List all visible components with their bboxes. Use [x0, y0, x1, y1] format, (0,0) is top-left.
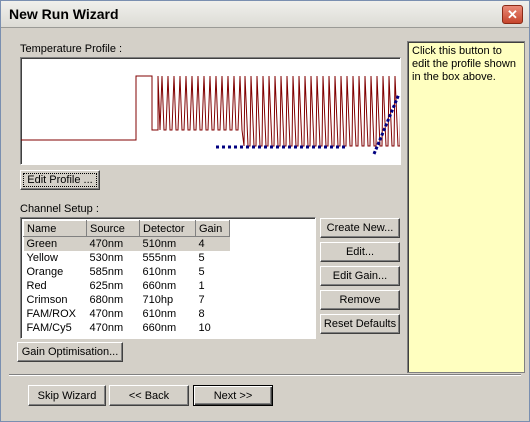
channel-row[interactable]: Crimson 680nm 710hp 7: [24, 293, 230, 307]
channel-cell-name: Yellow: [26, 252, 58, 264]
channel-row[interactable]: FAM/ROX 470nm 610nm 8: [24, 307, 230, 321]
channel-cell-source: 470nm: [86, 236, 140, 251]
close-icon[interactable]: ✕: [502, 5, 523, 24]
channel-cell-gain: 4: [195, 236, 230, 251]
channel-cell-name: Orange: [26, 266, 64, 278]
window-title: New Run Wizard: [9, 6, 119, 22]
channel-table-body: Green 470nm 510nm 4 Yellow 530nm 555nm 5 Orange 5…: [23, 236, 230, 336]
footer-separator: [9, 374, 521, 376]
channel-cell-detector: 610nm: [142, 266, 177, 278]
column-header-name[interactable]: Name: [23, 220, 87, 237]
reset-defaults-button[interactable]: Reset Defaults: [320, 314, 400, 334]
channel-row[interactable]: Green 470nm 510nm 4: [23, 236, 230, 251]
channel-cell-name: Green: [23, 236, 87, 251]
edit-profile-label: Edit Profile ...: [27, 174, 93, 186]
title-bar[interactable]: New Run Wizard ✕: [1, 1, 529, 28]
new-run-wizard-window: New Run Wizard ✕ Temperature Profile : E…: [0, 0, 530, 422]
channel-cell-name: FAM/Cy5: [26, 322, 72, 334]
edit-gain-label: Edit Gain...: [332, 270, 388, 282]
back-label: << Back: [128, 389, 170, 402]
channel-cell-source: 680nm: [89, 294, 124, 306]
channel-cell-source: 625nm: [89, 280, 124, 292]
help-panel: Click this button to edit the profile sh…: [407, 41, 525, 373]
channel-cell-detector: 710hp: [142, 294, 174, 306]
column-header-gain[interactable]: Gain: [195, 220, 230, 237]
skip-wizard-button[interactable]: Skip Wizard: [28, 385, 106, 406]
channel-cell-detector: 660nm: [142, 322, 177, 334]
channel-cell-gain: 1: [198, 280, 205, 292]
skip-wizard-label: Skip Wizard: [37, 389, 97, 402]
channel-cell-gain: 7: [198, 294, 205, 306]
channel-row[interactable]: Orange 585nm 610nm 5: [24, 265, 230, 279]
channel-list[interactable]: Name Source Detector Gain Green 470nm 510n…: [20, 217, 316, 339]
temperature-profile-label: Temperature Profile :: [20, 43, 123, 55]
edit-profile-button[interactable]: Edit Profile ...: [20, 170, 100, 190]
channel-setup-label: Channel Setup :: [20, 203, 99, 215]
channel-cell-detector: 660nm: [142, 280, 177, 292]
channel-cell-detector: 555nm: [142, 252, 177, 264]
help-text: Click this button to edit the profile sh…: [412, 45, 516, 83]
channel-cell-source: 530nm: [89, 252, 124, 264]
gain-optimisation-button[interactable]: Gain Optimisation...: [17, 342, 123, 362]
channel-cell-source: 470nm: [89, 322, 124, 334]
channel-cell-gain: 5: [198, 266, 205, 278]
channel-cell-gain: 10: [198, 322, 211, 334]
channel-cell-detector: 610nm: [142, 308, 177, 320]
column-header-detector[interactable]: Detector: [139, 220, 196, 237]
gain-optimisation-label: Gain Optimisation...: [21, 346, 119, 358]
channel-cell-source: 470nm: [89, 308, 124, 320]
channel-cell-detector: 510nm: [139, 236, 196, 251]
channel-row[interactable]: FAM/Cy5 470nm 660nm 10: [24, 321, 230, 335]
back-button[interactable]: << Back: [109, 385, 189, 406]
channel-cell-name: Crimson: [26, 294, 68, 306]
reset-defaults-label: Reset Defaults: [323, 318, 397, 330]
channel-row[interactable]: Red 625nm 660nm 1: [24, 279, 230, 293]
edit-channel-label: Edit...: [345, 246, 375, 258]
create-new-button[interactable]: Create New...: [320, 218, 400, 238]
channel-table: Name Source Detector Gain Green 470nm 510n…: [23, 220, 230, 335]
next-label: Next >>: [213, 389, 253, 402]
channel-cell-name: FAM/ROX: [26, 308, 77, 320]
remove-label: Remove: [339, 294, 381, 306]
channel-cell-gain: 8: [198, 308, 205, 320]
channel-cell-gain: 5: [198, 252, 205, 264]
temperature-profile-graph[interactable]: [20, 57, 401, 165]
column-header-source[interactable]: Source: [86, 220, 140, 237]
channel-row[interactable]: Yellow 530nm 555nm 5: [24, 251, 230, 265]
edit-gain-button[interactable]: Edit Gain...: [320, 266, 400, 286]
edit-channel-button[interactable]: Edit...: [320, 242, 400, 262]
create-new-label: Create New...: [326, 222, 394, 234]
next-button[interactable]: Next >>: [193, 385, 273, 406]
channel-cell-source: 585nm: [89, 266, 124, 278]
remove-button[interactable]: Remove: [320, 290, 400, 310]
channel-table-header: Name Source Detector Gain: [23, 220, 230, 237]
profile-line: [21, 75, 400, 147]
profile-trace: [21, 75, 400, 147]
channel-cell-name: Red: [26, 280, 47, 292]
temperature-profile-chart: [21, 75, 400, 155]
